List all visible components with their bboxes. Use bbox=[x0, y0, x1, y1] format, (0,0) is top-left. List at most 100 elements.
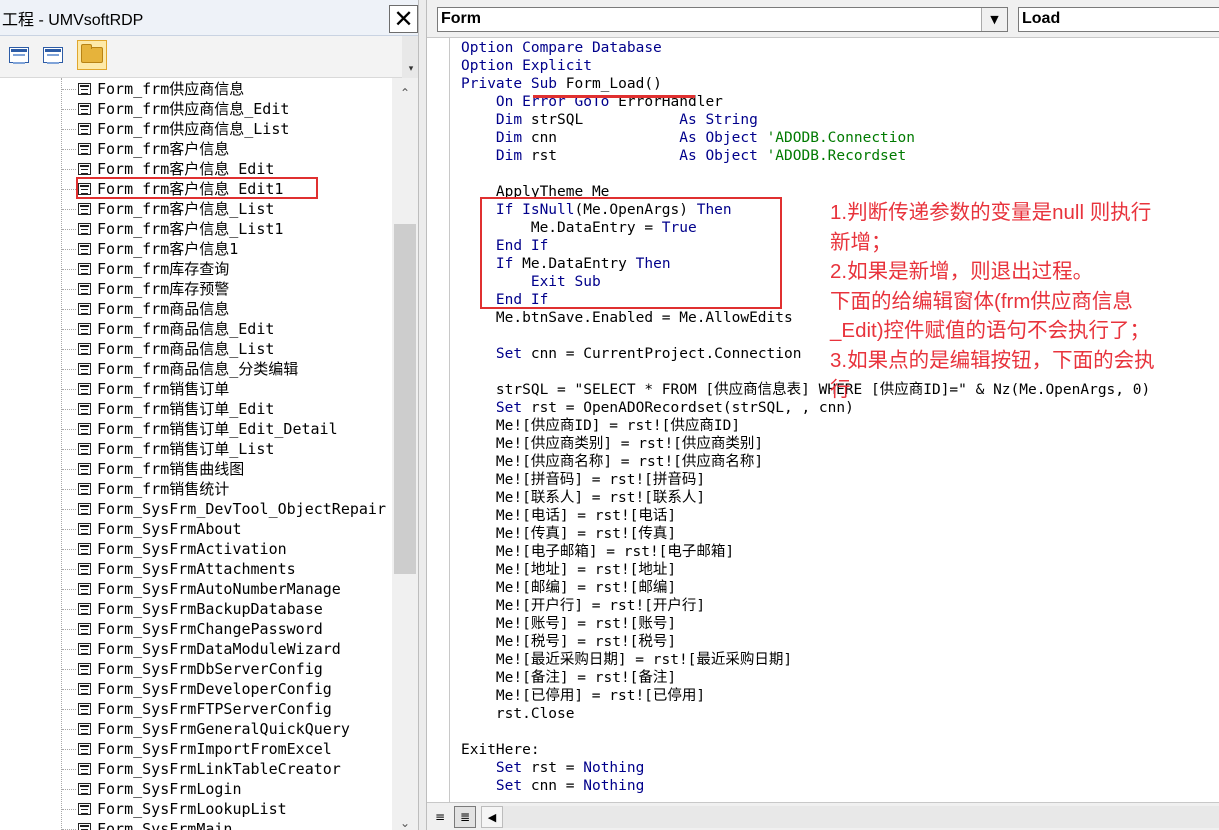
tree-item[interactable]: Form_frm客户信息 bbox=[0, 139, 392, 159]
code-keyword: Then bbox=[696, 202, 732, 218]
tree-item[interactable]: Form_frm供应商信息 bbox=[0, 79, 392, 99]
scroll-left-arrow-icon[interactable]: ◀ bbox=[481, 806, 503, 828]
tree-item[interactable]: Form_SysFrmLogin bbox=[0, 779, 392, 799]
tree-connector bbox=[62, 649, 76, 650]
form-module-icon bbox=[78, 283, 91, 295]
form-module-icon bbox=[78, 823, 91, 830]
tree-item[interactable]: Form_SysFrmChangePassword bbox=[0, 619, 392, 639]
form-module-icon bbox=[78, 123, 91, 135]
tree-item[interactable]: Form_frm商品信息 bbox=[0, 299, 392, 319]
tree-item[interactable]: Form_SysFrmAbout bbox=[0, 519, 392, 539]
toggle-folders-button[interactable] bbox=[77, 40, 107, 70]
close-button[interactable]: ✕ bbox=[389, 5, 418, 33]
code-text: Me![供应商类别] = rst![供应商类别] bbox=[461, 436, 764, 452]
form-module-icon bbox=[78, 683, 91, 695]
code-text: cnn = CurrentProject.Connection bbox=[530, 346, 802, 362]
tree-item[interactable]: Form_SysFrmActivation bbox=[0, 539, 392, 559]
tree-item[interactable]: Form_frm客户信息_List1 bbox=[0, 219, 392, 239]
view-object-button[interactable] bbox=[4, 40, 34, 70]
code-line: Me.DataEntry = True bbox=[461, 219, 697, 237]
tree-item[interactable]: Form_SysFrmLookupList bbox=[0, 799, 392, 819]
tree-item[interactable]: Form_frm供应商信息_List bbox=[0, 119, 392, 139]
code-text: Me![传真] = rst![传真] bbox=[461, 526, 677, 542]
tree-item[interactable]: Form_frm商品信息_分类编辑 bbox=[0, 359, 392, 379]
scroll-down-arrow-icon[interactable]: ⌄ bbox=[392, 814, 418, 830]
tree-item[interactable]: Form_frm销售订单_Edit bbox=[0, 399, 392, 419]
object-combobox[interactable]: Form ▼ bbox=[437, 7, 1008, 32]
tree-item[interactable]: Form_frm销售订单_List bbox=[0, 439, 392, 459]
project-tree: Form_frm供应商信息 Form_frm供应商信息_Edit Form_frm供… bbox=[0, 78, 392, 830]
code-line: Me![供应商类别] = rst![供应商类别] bbox=[461, 435, 763, 453]
tree-connector bbox=[62, 529, 76, 530]
form-module-icon bbox=[78, 523, 91, 535]
procedure-combobox[interactable]: Load bbox=[1018, 7, 1219, 32]
code-line: If Me.DataEntry Then bbox=[461, 255, 671, 273]
scrollbar-thumb[interactable] bbox=[394, 224, 416, 574]
form-module-icon bbox=[78, 83, 91, 95]
tree-item-label: Form_frm商品信息 bbox=[97, 300, 230, 318]
scroll-up-arrow-icon[interactable]: ⌃ bbox=[392, 84, 418, 102]
code-line: Me![联系人] = rst![联系人] bbox=[461, 489, 705, 507]
code-editor[interactable]: Option Compare Database Option Explicit Pr… bbox=[449, 38, 1219, 802]
view-code-button[interactable] bbox=[38, 40, 68, 70]
full-module-view-button[interactable]: ≣ bbox=[454, 806, 476, 828]
tree-item-label: Form_SysFrmFTPServerConfig bbox=[97, 700, 332, 718]
pane-splitter[interactable] bbox=[418, 0, 427, 830]
tree-item[interactable]: Form_frm销售订单 bbox=[0, 379, 392, 399]
tree-item[interactable]: Form_SysFrmAutoNumberManage bbox=[0, 579, 392, 599]
tree-item[interactable]: Form_SysFrmLinkTableCreator bbox=[0, 759, 392, 779]
form-module-icon bbox=[78, 143, 91, 155]
tree-item[interactable]: Form_SysFrmDeveloperConfig bbox=[0, 679, 392, 699]
tree-connector bbox=[62, 669, 76, 670]
tree-item[interactable]: Form_frm库存预警 bbox=[0, 279, 392, 299]
tree-item[interactable]: Form_SysFrmDataModuleWizard bbox=[0, 639, 392, 659]
form-module-icon bbox=[78, 583, 91, 595]
tree-item[interactable]: Form_frm销售统计 bbox=[0, 479, 392, 499]
tree-item[interactable]: Form_frm客户信息1 bbox=[0, 239, 392, 259]
code-line: Set cnn = CurrentProject.Connection bbox=[461, 345, 802, 363]
tree-item[interactable]: Form_frm销售订单_Edit_Detail bbox=[0, 419, 392, 439]
code-text: ExitHere: bbox=[461, 742, 540, 758]
tree-item[interactable]: Form_SysFrmBackupDatabase bbox=[0, 599, 392, 619]
chevron-down-icon[interactable]: ▼ bbox=[981, 8, 1007, 31]
tree-item[interactable]: Form_frm销售曲线图 bbox=[0, 459, 392, 479]
tree-item[interactable]: Form_frm客户信息_Edit1 bbox=[0, 179, 392, 199]
code-line: Me![拼音码] = rst![拼音码] bbox=[461, 471, 705, 489]
tree-item[interactable]: Form_frm客户信息_List bbox=[0, 199, 392, 219]
tree-item[interactable]: Form_SysFrmAttachments bbox=[0, 559, 392, 579]
procedure-view-button[interactable]: ≡ bbox=[429, 806, 451, 828]
code-keyword: Then bbox=[635, 256, 671, 272]
annotation-line: 新增； bbox=[830, 230, 892, 254]
tree-item[interactable]: Form_SysFrmGeneralQuickQuery bbox=[0, 719, 392, 739]
tree-item[interactable]: Form_frm库存查询 bbox=[0, 259, 392, 279]
tree-item-label: Form_SysFrmLinkTableCreator bbox=[97, 760, 341, 778]
form-module-icon bbox=[78, 623, 91, 635]
tree-item[interactable]: Form_SysFrmFTPServerConfig bbox=[0, 699, 392, 719]
code-line: Dim rst As Object 'ADODB.Recordset bbox=[461, 147, 906, 165]
horizontal-scrollbar[interactable] bbox=[503, 806, 1219, 828]
tree-item[interactable]: Form_frm商品信息_List bbox=[0, 339, 392, 359]
tree-item[interactable]: Form_frm商品信息_Edit bbox=[0, 319, 392, 339]
tree-item[interactable]: Form_frm供应商信息_Edit bbox=[0, 99, 392, 119]
tree-item[interactable]: Form_SysFrm_DevTool_ObjectRepair bbox=[0, 499, 392, 519]
annotation-line: 行 bbox=[830, 378, 851, 401]
code-keyword: Set bbox=[495, 778, 531, 794]
tree-item[interactable]: Form_SysFrmMain bbox=[0, 819, 392, 830]
tree-connector bbox=[62, 429, 76, 430]
code-line: Me.btnSave.Enabled = Me.AllowEdits bbox=[461, 309, 793, 327]
code-keyword: Exit Sub bbox=[530, 274, 601, 290]
tree-connector bbox=[62, 389, 76, 390]
tree-item[interactable]: Form_SysFrmImportFromExcel bbox=[0, 739, 392, 759]
project-tree-scrollbar[interactable]: ⌃ ⌄ bbox=[392, 78, 418, 830]
code-text: Me![开户行] = rst![开户行] bbox=[461, 598, 706, 614]
code-text: strSQL bbox=[530, 112, 680, 128]
tree-item[interactable]: Form_frm客户信息_Edit bbox=[0, 159, 392, 179]
code-text: Form_Load() bbox=[565, 76, 662, 92]
code-line: If IsNull(Me.OpenArgs) Then bbox=[461, 201, 732, 219]
tree-connector bbox=[62, 169, 76, 170]
tree-item[interactable]: Form_SysFrmDbServerConfig bbox=[0, 659, 392, 679]
code-keyword: If bbox=[495, 256, 523, 272]
underline-form-load bbox=[533, 95, 695, 98]
